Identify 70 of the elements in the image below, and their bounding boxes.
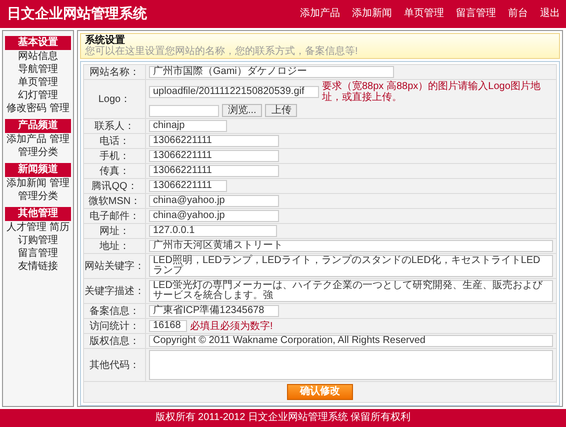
nav-link[interactable]: 留言管理 bbox=[456, 8, 496, 20]
sidebar-heading: 其他管理 bbox=[5, 207, 71, 221]
input-field[interactable]: 13066221111 bbox=[149, 180, 227, 192]
field-label: 电子邮件： bbox=[84, 209, 146, 224]
sidebar-heading: 基本设置 bbox=[5, 36, 71, 50]
field-label: 地址： bbox=[84, 239, 146, 254]
field-label: 传真： bbox=[84, 164, 146, 179]
sidebar-link[interactable]: 管理 bbox=[50, 178, 70, 190]
input-field[interactable]: 13066221111 bbox=[149, 135, 279, 147]
nav-link[interactable]: 退出 bbox=[540, 8, 560, 20]
upload-button[interactable]: 上传 bbox=[265, 104, 298, 117]
sidebar-link[interactable]: 网站信息 bbox=[18, 51, 58, 63]
field-label: 网址： bbox=[84, 224, 146, 239]
copyright-text: 版权所有 2011-2012 日文企业网站管理系统 保留所有权利 bbox=[155, 412, 411, 424]
input-field[interactable]: Copyright © 2011 Wakname Corporation, All Rights Reserved bbox=[149, 335, 553, 347]
field-label: 网站名称： bbox=[84, 65, 146, 80]
sidebar-link[interactable]: 简历 bbox=[50, 222, 70, 234]
sidebar-link[interactable]: 管理分类 bbox=[18, 147, 58, 159]
nav-link[interactable]: 添加新闻 bbox=[352, 8, 392, 20]
field-label: 关键字描述： bbox=[84, 279, 146, 304]
sidebar-link[interactable]: 单页管理 bbox=[18, 77, 58, 89]
input-field[interactable]: 广州市天河区黄埔ストリート bbox=[149, 240, 553, 252]
field-label: 备案信息： bbox=[84, 304, 146, 319]
notice-title: 系统设置 bbox=[85, 35, 125, 46]
sidebar-link[interactable]: 幻灯管理 bbox=[18, 90, 58, 102]
input-field[interactable]: china@yahoo.jp bbox=[149, 195, 279, 207]
sidebar-link[interactable]: 管理 bbox=[50, 103, 70, 115]
sidebar-heading: 新闻频道 bbox=[5, 163, 71, 177]
input-field[interactable]: uploadfile/20111122150820539.gif bbox=[149, 86, 319, 98]
input-field[interactable]: 13066221111 bbox=[149, 150, 279, 162]
field-label: 访问统计： bbox=[84, 319, 146, 334]
input-field[interactable]: 127.0.0.1 bbox=[149, 225, 277, 237]
input-field[interactable]: chinajp bbox=[149, 120, 227, 132]
input-field[interactable]: 16168 bbox=[149, 320, 187, 332]
field-label: 腾讯QQ： bbox=[84, 179, 146, 194]
sidebar-link[interactable]: 留言管理 bbox=[18, 248, 58, 260]
field-label: 版权信息： bbox=[84, 334, 146, 349]
sidebar-link[interactable]: 管理 bbox=[50, 134, 70, 146]
field-label: 联系人： bbox=[84, 119, 146, 134]
input-field[interactable]: 广東省ICP準備12345678 bbox=[149, 305, 279, 317]
input-field[interactable]: LED照明，LEDランプ，LEDライト，ランプのスタンドのLED化，キセストライトLEDランプ bbox=[149, 255, 553, 277]
field-label: 微软MSN： bbox=[84, 194, 146, 209]
sidebar-heading: 产品频道 bbox=[5, 119, 71, 133]
sidebar-link[interactable]: 人才管理 bbox=[6, 222, 46, 234]
input-field[interactable]: china@yahoo.jp bbox=[149, 210, 279, 222]
field-label: 网站关键字： bbox=[84, 254, 146, 279]
site-title: 日文企业网站管理系统 bbox=[7, 8, 147, 20]
hint-text: 要求（宽88px 高88px）的图片请输入Logo图片地址，或直接上传。 bbox=[322, 81, 542, 103]
file-field[interactable] bbox=[149, 104, 219, 116]
field-label: 手机： bbox=[84, 149, 146, 164]
field-label: 电话： bbox=[84, 134, 146, 149]
sidebar-link[interactable]: 导航管理 bbox=[18, 64, 58, 76]
code-textarea[interactable] bbox=[149, 350, 553, 380]
sidebar-link[interactable]: 修改密码 bbox=[6, 103, 46, 115]
sidebar-link[interactable]: 订购管理 bbox=[18, 235, 58, 247]
field-label: 其他代码： bbox=[84, 349, 146, 382]
nav-link[interactable]: 添加产品 bbox=[300, 8, 340, 20]
field-label: Logo： bbox=[84, 80, 146, 119]
notice-text: 您可以在这里设置您网站的名称，您的联系方式，备案信息等! bbox=[85, 46, 359, 57]
nav-link[interactable]: 单页管理 bbox=[404, 8, 444, 20]
sidebar-link[interactable]: 添加产品 bbox=[6, 134, 46, 146]
input-field[interactable]: 13066221111 bbox=[149, 165, 279, 177]
input-field[interactable]: LED蛍光灯の専門メーカーは、ハイテク企業の一つとして研究開発、生産、販売およびサービスを統合します。強 bbox=[149, 280, 553, 302]
sidebar-link[interactable]: 友情链接 bbox=[18, 261, 58, 273]
nav-link[interactable]: 前台 bbox=[508, 8, 528, 20]
hint-text: 必填且必须为数字! bbox=[190, 320, 273, 332]
browse-button[interactable]: 浏览... bbox=[222, 104, 262, 117]
input-field[interactable]: 广州市国際（Gami）ダケノロジー bbox=[149, 66, 394, 78]
sidebar-link[interactable]: 添加新闻 bbox=[6, 178, 46, 190]
sidebar-link[interactable]: 管理分类 bbox=[18, 191, 58, 203]
